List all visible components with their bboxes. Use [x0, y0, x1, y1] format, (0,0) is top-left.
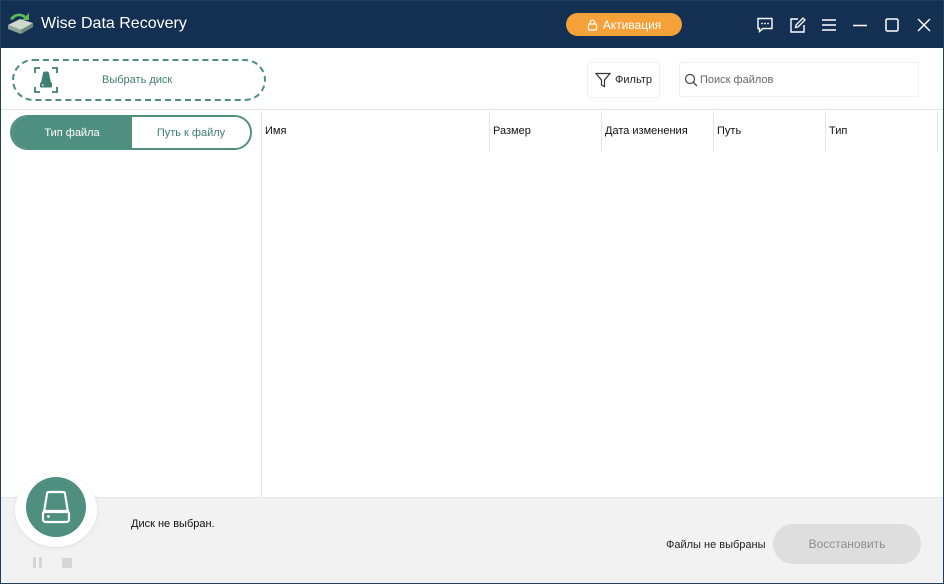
column-header-type[interactable]: Тип: [826, 111, 938, 152]
close-icon: [917, 18, 931, 32]
feedback-icon: [757, 17, 773, 33]
minimize-icon: [853, 24, 867, 27]
hard-drive-icon: [41, 490, 71, 524]
maximize-button[interactable]: [881, 14, 903, 36]
edit-icon: [789, 16, 806, 33]
app-title: Wise Data Recovery: [41, 15, 187, 32]
menu-icon: [822, 19, 836, 31]
search-box: [679, 62, 919, 97]
restore-button[interactable]: Восстановить: [773, 524, 921, 564]
view-tab-switch: Тип файла Путь к файлу: [10, 115, 252, 150]
filter-icon: [595, 72, 612, 88]
disk-status-text: Диск не выбран.: [131, 518, 215, 530]
select-disk-label: Выбрать диск: [102, 74, 173, 86]
select-disk-button[interactable]: Выбрать диск: [12, 59, 266, 101]
activation-label: Активация: [602, 17, 662, 32]
disk-status-button[interactable]: [26, 477, 86, 537]
app-logo-icon: [8, 13, 33, 34]
menu-button[interactable]: [818, 14, 840, 36]
toolbar: Выбрать диск Фильтр: [1, 48, 943, 110]
pause-button[interactable]: [33, 557, 45, 569]
maximize-icon: [885, 18, 899, 32]
close-button[interactable]: [913, 14, 935, 36]
search-icon: [684, 73, 698, 86]
column-header-path[interactable]: Путь: [714, 111, 826, 152]
disk-select-icon: [34, 67, 58, 93]
filter-label: Фильтр: [615, 74, 652, 86]
file-table: Имя Размер Дата изменения Путь Тип: [262, 111, 943, 497]
column-header-name[interactable]: Имя: [262, 111, 490, 152]
feedback-button[interactable]: [754, 14, 776, 36]
table-header: Имя Размер Дата изменения Путь Тип: [262, 111, 943, 152]
title-bar: Wise Data Recovery Активация: [1, 1, 943, 48]
tab-file-type[interactable]: Тип файла: [12, 117, 132, 148]
files-status-text: Файлы не выбраны: [666, 539, 766, 551]
minimize-button[interactable]: [849, 14, 871, 36]
left-panel: Тип файла Путь к файлу: [1, 111, 262, 497]
pause-icon-bar: [33, 557, 36, 568]
app-window: Wise Data Recovery Активация Выбрать дис…: [0, 0, 944, 584]
search-input[interactable]: [700, 73, 910, 86]
pause-icon-bar: [39, 557, 42, 568]
column-header-size[interactable]: Размер: [490, 111, 602, 152]
activation-button[interactable]: Активация: [566, 13, 682, 36]
column-header-modified[interactable]: Дата изменения: [602, 111, 714, 152]
stop-button[interactable]: [62, 558, 72, 568]
filter-button[interactable]: Фильтр: [587, 62, 660, 98]
edit-button[interactable]: [786, 14, 808, 36]
tab-file-path[interactable]: Путь к файлу: [132, 117, 250, 148]
lock-icon: [587, 19, 597, 31]
